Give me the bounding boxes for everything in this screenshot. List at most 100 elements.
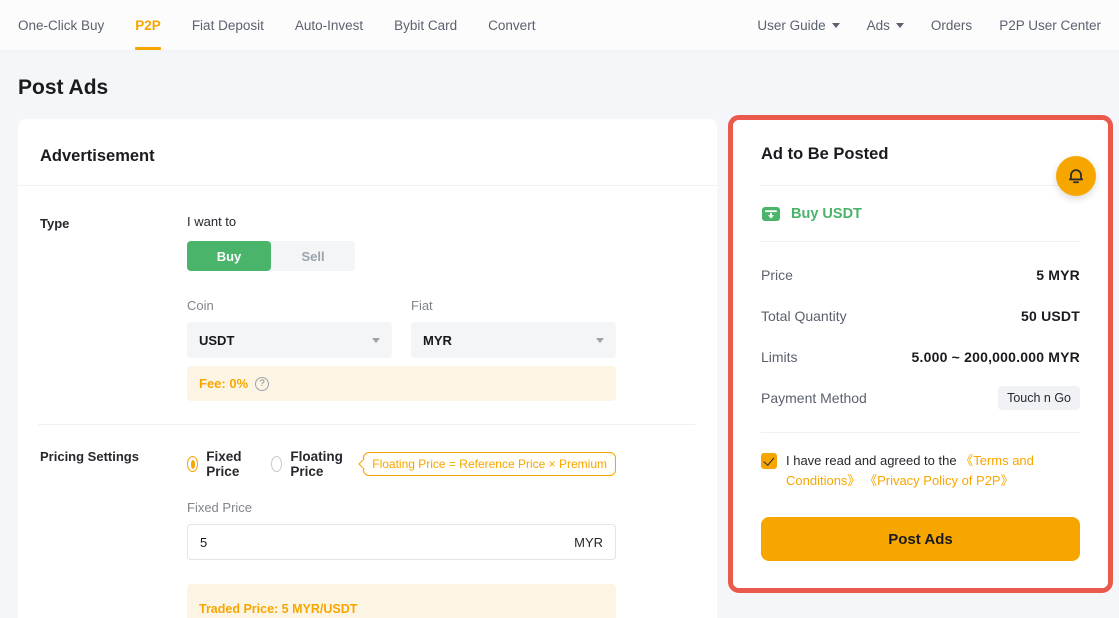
- price-row-label: Price: [761, 267, 793, 283]
- nav-item-one-click-buy[interactable]: One-Click Buy: [18, 0, 104, 50]
- advertisement-form: Type I want to Buy Sell Coin USDT: [18, 214, 717, 618]
- fee-text: Fee: 0%: [199, 376, 248, 391]
- terms-checkbox-checked[interactable]: [761, 453, 777, 469]
- divider: [18, 185, 717, 186]
- nav-item-fiat-deposit[interactable]: Fiat Deposit: [192, 0, 264, 50]
- nav-label: Auto-Invest: [295, 18, 363, 33]
- sell-toggle-button[interactable]: Sell: [271, 241, 355, 271]
- nav-label: Ads: [867, 18, 890, 33]
- question-circle-icon[interactable]: ?: [255, 377, 269, 391]
- nav-item-p2p[interactable]: P2P: [135, 0, 161, 50]
- advertisement-card-title: Advertisement: [18, 119, 717, 185]
- floating-price-tooltip: Floating Price = Reference Price × Premi…: [363, 452, 616, 476]
- fee-banner: Fee: 0% ?: [187, 366, 616, 401]
- traded-price-line: Traded Price: 5 MYR/USDT: [199, 602, 604, 616]
- price-info-box: Traded Price: 5 MYR/USDT Reference Price…: [187, 584, 616, 618]
- pricing-settings-label: Pricing Settings: [40, 447, 187, 618]
- ad-preview-highlight-frame: Ad to Be Posted Buy USDT Price 5 MYR Tot…: [728, 115, 1113, 593]
- caret-down-icon: [832, 23, 840, 28]
- privacy-policy-link[interactable]: 《Privacy Policy of P2P》: [864, 473, 1014, 488]
- radio-unchecked-icon[interactable]: [271, 456, 282, 472]
- trade-side-row: Buy USDT: [761, 204, 1080, 224]
- nav-item-convert[interactable]: Convert: [488, 0, 535, 50]
- pricing-settings-content: Fixed Price Floating Price Floating Pric…: [187, 447, 616, 618]
- total-quantity-row-label: Total Quantity: [761, 308, 847, 324]
- post-ads-button[interactable]: Post Ads: [761, 517, 1080, 561]
- agreement-text: I have read and agreed to the 《Terms and…: [786, 451, 1080, 491]
- ad-preview-card: Ad to Be Posted Buy USDT Price 5 MYR Tot…: [733, 120, 1108, 588]
- payment-method-chip: Touch n Go: [998, 386, 1080, 410]
- page-title: Post Ads: [18, 76, 1119, 100]
- limits-row-label: Limits: [761, 349, 798, 365]
- caret-down-icon: [896, 23, 904, 28]
- radio-checked-icon[interactable]: [187, 456, 198, 472]
- divider: [761, 185, 1080, 186]
- fiat-select-value: MYR: [423, 333, 452, 348]
- type-label: Type: [40, 214, 187, 401]
- fiat-label: Fiat: [411, 298, 616, 313]
- trade-side-label: Buy USDT: [791, 206, 862, 222]
- notification-bell-button[interactable]: [1056, 156, 1096, 196]
- nav-item-bybit-card[interactable]: Bybit Card: [394, 0, 457, 50]
- coin-column: Coin USDT: [187, 298, 392, 358]
- nav-label: Bybit Card: [394, 18, 457, 33]
- type-content: I want to Buy Sell Coin USDT: [187, 214, 616, 401]
- main-content: Advertisement Type I want to Buy Sell Co…: [0, 115, 1119, 618]
- agreement-row: I have read and agreed to the 《Terms and…: [761, 451, 1080, 491]
- fiat-select[interactable]: MYR: [411, 322, 616, 358]
- top-navigation: One-Click Buy P2P Fiat Deposit Auto-Inve…: [0, 0, 1119, 51]
- nav-item-ads[interactable]: Ads: [867, 18, 904, 33]
- nav-label: Convert: [488, 18, 535, 33]
- nav-left-group: One-Click Buy P2P Fiat Deposit Auto-Inve…: [18, 0, 535, 50]
- nav-label: User Guide: [757, 18, 825, 33]
- fixed-price-input-value: 5: [200, 535, 207, 550]
- coin-label: Coin: [187, 298, 392, 313]
- active-tab-underline: [135, 47, 161, 50]
- divider: [761, 432, 1080, 433]
- total-quantity-row-value: 50 USDT: [1021, 308, 1080, 324]
- ad-preview-title: Ad to Be Posted: [761, 145, 1080, 164]
- coin-fiat-row: Coin USDT Fiat MYR: [187, 298, 616, 358]
- limits-row: Limits 5.000 ~ 200,000.000 MYR: [761, 349, 1080, 365]
- nav-label: P2P User Center: [999, 18, 1101, 33]
- nav-label: Fiat Deposit: [192, 18, 264, 33]
- floating-price-radio-option[interactable]: Floating Price: [271, 449, 350, 479]
- nav-item-orders[interactable]: Orders: [931, 18, 972, 33]
- bell-icon: [1066, 166, 1086, 186]
- divider: [761, 241, 1080, 242]
- payment-method-row-label: Payment Method: [761, 390, 867, 406]
- coin-select-value: USDT: [199, 333, 234, 348]
- type-row: Type I want to Buy Sell Coin USDT: [40, 214, 695, 401]
- fiat-column: Fiat MYR: [411, 298, 616, 358]
- buy-toggle-button[interactable]: Buy: [187, 241, 271, 271]
- price-row: Price 5 MYR: [761, 267, 1080, 283]
- price-mode-radio-row: Fixed Price Floating Price Floating Pric…: [187, 449, 616, 479]
- fixed-price-input-currency: MYR: [574, 535, 603, 550]
- fixed-price-field-label: Fixed Price: [187, 500, 616, 515]
- fixed-price-option-label: Fixed Price: [206, 449, 254, 479]
- chevron-down-icon: [372, 338, 380, 343]
- fixed-price-radio-option[interactable]: Fixed Price: [187, 449, 254, 479]
- price-row-value: 5 MYR: [1036, 267, 1080, 283]
- nav-label: P2P: [135, 18, 161, 33]
- agreement-prefix: I have read and agreed to the: [786, 453, 960, 468]
- nav-right-group: User Guide Ads Orders P2P User Center: [757, 0, 1101, 50]
- total-quantity-row: Total Quantity 50 USDT: [761, 308, 1080, 324]
- coin-select[interactable]: USDT: [187, 322, 392, 358]
- pricing-settings-row: Pricing Settings Fixed Price Floating Pr…: [40, 447, 695, 618]
- nav-item-user-guide[interactable]: User Guide: [757, 18, 839, 33]
- nav-label: One-Click Buy: [18, 18, 104, 33]
- advertisement-card: Advertisement Type I want to Buy Sell Co…: [18, 119, 717, 618]
- chevron-down-icon: [596, 338, 604, 343]
- i-want-to-label: I want to: [187, 214, 616, 229]
- nav-item-auto-invest[interactable]: Auto-Invest: [295, 0, 363, 50]
- payment-method-row: Payment Method Touch n Go: [761, 386, 1080, 410]
- divider: [38, 424, 695, 425]
- buy-deposit-icon: [761, 204, 781, 224]
- floating-price-option-label: Floating Price: [290, 449, 350, 479]
- fixed-price-input[interactable]: 5 MYR: [187, 524, 616, 560]
- nav-label: Orders: [931, 18, 972, 33]
- buy-sell-toggle: Buy Sell: [187, 241, 355, 271]
- limits-row-value: 5.000 ~ 200,000.000 MYR: [912, 349, 1080, 365]
- nav-item-p2p-user-center[interactable]: P2P User Center: [999, 18, 1101, 33]
